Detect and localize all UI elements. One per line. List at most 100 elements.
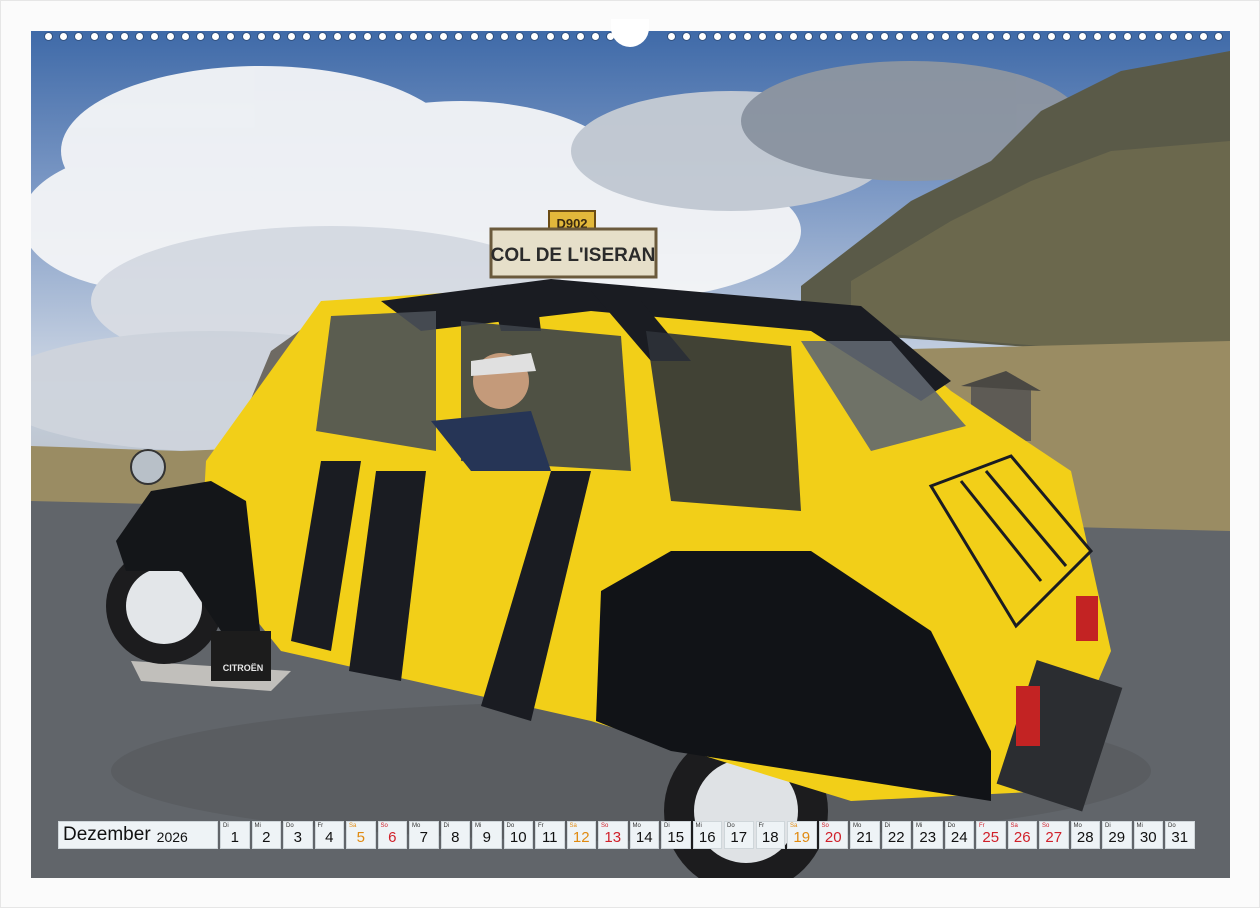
day-number: 22 [887,829,905,846]
binding-hole [501,33,508,40]
day-cell: Di 8 [440,821,470,849]
binding-hole [1017,33,1025,40]
binding-hole [805,33,812,40]
binding-hole [1093,33,1101,40]
binding-hole [1215,33,1223,40]
day-cell: Mi 23 [913,821,943,849]
mudflap-brand: CITROËN [223,663,264,673]
day-number: 30 [1139,829,1157,846]
day-cell: Sa 12 [566,821,596,849]
day-cell: Mi 16 [692,821,722,849]
month-name: Dezember [63,824,151,845]
binding-hole [531,33,539,40]
binding-hole [166,33,174,40]
day-cell: Di 15 [661,821,691,849]
binding-hole [987,33,995,40]
day-number: 19 [793,829,811,846]
binding-hole [318,33,326,40]
day-cell: Mo 14 [629,821,659,849]
day-number: 15 [667,829,685,846]
binding-hole [1063,33,1071,40]
photo-illustration: D902 COL DE L'ISERAN CITROËN [31,51,1230,878]
day-cell: Di 29 [1102,821,1132,849]
day-cell: Sa 5 [346,821,376,849]
binding-hole [1169,33,1177,40]
binding-hole [774,33,782,40]
binding-hole [1185,33,1192,40]
binding-hole [972,33,980,40]
binding-hole [957,33,964,40]
day-cell: Fr 11 [535,821,565,849]
day-cell: So 13 [598,821,628,849]
day-cell: Mi 30 [1133,821,1163,849]
day-number: 6 [388,829,397,846]
binding-hole [440,33,448,40]
day-cell: Mo 7 [409,821,439,849]
day-cell: Do 3 [283,821,313,849]
day-number: 13 [604,829,622,846]
day-number: 21 [856,829,874,846]
binding-hole [136,33,144,40]
day-cell: Fr 18 [755,821,785,849]
pass-name: COL DE L'ISERAN [491,245,656,266]
binding-hole [257,33,265,40]
binding-hole [364,33,372,40]
day-number: 31 [1171,829,1189,846]
day-number: 10 [509,829,527,846]
binding-hole [1002,33,1010,40]
binding-hole [333,33,341,40]
binding-hole [121,33,128,40]
day-cell: Mi 2 [251,821,281,849]
binding-hole [850,33,858,40]
binding-hole [1124,33,1132,40]
binding-hole [394,33,402,40]
binding-hole [227,33,235,40]
binding-hole [75,33,83,40]
binding-hole [865,33,873,40]
binding-hole [379,33,387,40]
day-number: 29 [1108,829,1126,846]
binding-hole [349,33,356,40]
binding-hole [1139,33,1147,40]
binding-hole [516,33,524,40]
day-cell: Sa 19 [787,821,817,849]
day-number: 3 [293,829,302,846]
binding-hole [1109,33,1116,40]
calendar-strip: Dezember 2026 Di 1 Mi 2 Do 3 Fr 4 Sa 5 So 6 Mo 7 Di 8 Mi… [58,821,1195,849]
day-cell: Do 17 [724,821,754,849]
binding-hole [729,33,736,40]
day-cell: Di 22 [881,821,911,849]
binding-hole [789,33,797,40]
binding-hole [1048,33,1056,40]
day-cell: Fr 25 [976,821,1006,849]
day-cell: So 20 [818,821,848,849]
day-cell: Fr 4 [314,821,344,849]
day-number: 28 [1076,829,1094,846]
day-number: 4 [325,829,334,846]
binding-hole [683,33,691,40]
day-number: 16 [698,829,716,846]
day-number: 2 [262,829,271,846]
day-number: 27 [1045,829,1063,846]
binding-hole [470,33,478,40]
binding-hole [1200,33,1208,40]
day-cell: Sa 26 [1007,821,1037,849]
binding-hole [425,33,432,40]
binding-hole [181,33,189,40]
binding-hole [455,33,463,40]
day-cell: Do 24 [944,821,974,849]
binding-hole [835,33,843,40]
binding-hole [911,33,919,40]
month-label: Dezember 2026 [58,821,218,849]
day-number: 25 [982,829,1000,846]
month-year: 2026 [156,828,188,845]
day-number: 11 [541,829,558,846]
binding-hole [744,33,752,40]
binding-hole [273,33,280,40]
binding-hole [926,33,934,40]
day-number: 17 [730,829,748,846]
binding-hole [592,33,600,40]
day-number: 14 [635,829,653,846]
day-number: 8 [451,829,460,846]
binding-hole [546,33,554,40]
